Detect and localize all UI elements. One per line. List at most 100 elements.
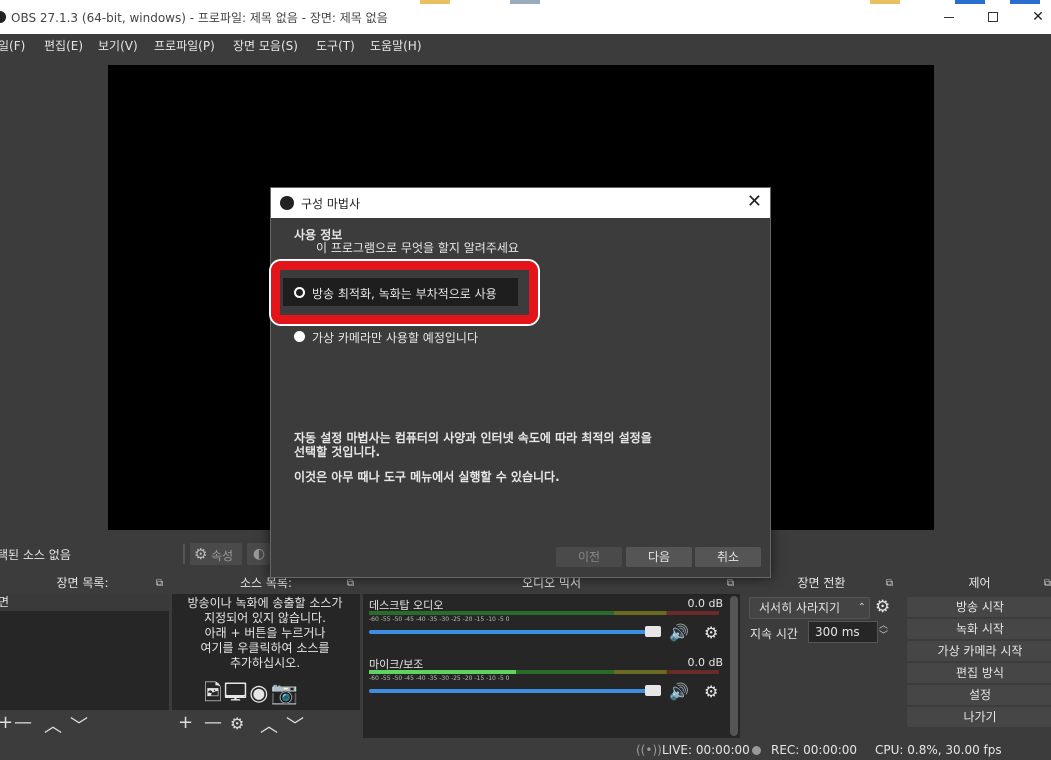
filters-button[interactable]: ◐ [247,543,271,565]
menu-view[interactable]: 보기(V) [98,37,138,54]
gear-icon[interactable]: ⚙ [230,714,244,733]
no-source-selected-label: 택된 소스 없음 [0,548,71,562]
window-title: OBS 27.1.3 (64-bit, windows) - 프로파일: 제목 … [11,11,388,25]
sources-list[interactable]: 방송이나 녹화에 송출할 소스가 지정되어 있지 않습니다. 아래 + 버튼을 … [172,594,360,710]
cancel-button[interactable]: 취소 [695,547,761,567]
scenes-dock-title: 장면 목록: [56,576,109,590]
menu-edit[interactable]: 편집(E) [44,37,83,54]
camera-icon: 📷 [270,681,300,706]
start-streaming-button[interactable]: 방송 시작 [907,597,1051,617]
transition-selected: 서서히 사라지기 [759,601,841,615]
undock-icon[interactable]: ⧉ [1044,573,1051,594]
description-line: 자동 설정 마법사는 컴퓨터의 사양과 인터넷 속도에 따라 최적의 설정을 [294,431,652,445]
maximize-button[interactable] [970,3,1016,31]
speaker-icon[interactable]: 🔊 [669,623,689,642]
menu-file[interactable]: 일(F) [0,37,25,54]
image-icon: 🖻 [204,681,224,706]
slider-handle[interactable] [645,626,661,637]
duration-input[interactable]: 300 ms [808,621,878,643]
controls-dock: 제어 ⧉ 방송 시작 녹화 시작 가상 카메라 시작 편집 방식 설정 나가기 [902,573,1051,738]
menu-tools[interactable]: 도구(T) [316,37,355,54]
option-stream-label[interactable]: 방송 최적화, 녹화는 부차적으로 사용 [312,285,497,302]
auto-config-wizard-dialog: 구성 마법사 ✕ 사용 정보 이 프로그램으로 무엇을 할지 알려주세요 방송 … [270,187,771,578]
settings-button[interactable]: 설정 [907,685,1051,705]
dialog-title-bar: 구성 마법사 ✕ [271,188,770,218]
properties-button[interactable]: ⚙ 속성 [190,543,242,565]
move-up-icon[interactable]: ︿ [260,712,278,738]
source-type-icons: 🖻🖵◉📷 [204,676,300,714]
filter-icon: ◐ [252,546,266,562]
obs-logo-icon [280,196,294,210]
message-line: 추가하십시오. [229,656,301,670]
meter-ticks: -60 -55 -50 -45 -40 -35 -30 -25 -20 -15 … [369,675,510,682]
mixer-channel-desktop: 데스크탑 오디오 0.0 dB -60 -55 -50 -45 -40 -35 … [367,597,723,655]
gear-icon[interactable]: ⚙ [875,597,890,617]
globe-icon: ◉ [249,681,271,706]
move-down-icon[interactable]: ﹀ [70,712,88,738]
gear-icon[interactable]: ⚙ [704,623,718,642]
transitions-dock: 장면 전환 ⧉ 서서히 사라지기 ⌃⌄ ⚙ 지속 시간 300 ms ︿﹀ [744,573,899,738]
move-down-icon[interactable]: ﹀ [286,712,304,738]
volume-meter [369,611,719,615]
empty-sources-message: 방송이나 녹화에 송출할 소스가 지정되어 있지 않습니다. 아래 + 버튼을 … [176,596,354,671]
scenes-dock: 장면 목록: ⧉ 면 + — ︿ ﹀ [0,573,169,738]
remove-scene-icon[interactable]: — [14,712,32,733]
menu-scene-collection[interactable]: 장면 모음(S) [233,37,298,54]
description-line: 선택할 것입니다. [294,445,381,459]
radio-virtual-camera[interactable] [294,331,305,342]
status-bar: ((•)) LIVE: 00:00:00 REC: 00:00:00 CPU: … [0,740,1051,760]
menu-help[interactable]: 도움말(H) [370,37,422,54]
slider-handle[interactable] [645,685,661,696]
sources-dock: 소스 목록: ⧉ 방송이나 녹화에 송출할 소스가 지정되어 있지 않습니다. … [172,573,360,738]
wizard-note: 이것은 아무 때나 도구 메뉴에서 실행할 수 있습니다. [294,470,560,484]
obs-logo-icon [0,11,6,23]
channel-db: 0.0 dB [687,597,723,610]
option-vcam-label[interactable]: 가상 카메라만 사용할 예정입니다 [312,329,478,346]
message-line: 방송이나 녹화에 송출할 소스가 [187,596,343,610]
wizard-description: 자동 설정 마법사는 컴퓨터의 사양과 인터넷 속도에 따라 최적의 설정을 선… [294,431,652,459]
previous-button[interactable]: 이전 [556,547,622,567]
minimize-button[interactable] [925,3,971,31]
mixer-channel-mic: 마이크/보조 0.0 dB -60 -55 -50 -45 -40 -35 -3… [367,656,723,714]
exit-button[interactable]: 나가기 [907,707,1051,727]
taskbar-strip [420,0,450,4]
rec-timer: REC: 00:00:00 [771,743,858,757]
properties-label: 속성 [211,549,234,563]
scene-item[interactable]: 면 [0,594,169,611]
controls-body: 방송 시작 녹화 시작 가상 카메라 시작 편집 방식 설정 나가기 [902,594,1051,738]
message-line: 지정되어 있지 않습니다. [204,611,326,625]
undock-icon[interactable]: ⧉ [156,573,163,594]
add-source-icon[interactable]: + [178,712,193,733]
studio-mode-button[interactable]: 편집 방식 [907,663,1051,683]
live-timer: LIVE: 00:00:00 [662,743,750,757]
scenes-toolbar: + — ︿ ﹀ [0,710,169,738]
add-scene-icon[interactable]: + [0,712,13,733]
start-recording-button[interactable]: 녹화 시작 [907,619,1051,639]
remove-source-icon[interactable]: — [204,712,222,733]
audio-mixer-dock: 오디오 믹서 ⧉ 데스크탑 오디오 0.0 dB -60 -55 -50 -45… [363,573,740,738]
mixer-scrollbar[interactable] [730,596,738,736]
move-up-icon[interactable]: ︿ [44,712,62,738]
gear-icon[interactable]: ⚙ [704,682,718,701]
speaker-icon[interactable]: 🔊 [669,682,689,701]
undock-icon[interactable]: ⧉ [886,573,893,594]
message-line: 여기를 우클릭하여 소스를 [200,641,330,655]
volume-slider[interactable] [369,626,661,637]
scenes-dock-header: 장면 목록: ⧉ [0,573,169,594]
next-button[interactable]: 다음 [626,547,692,567]
toolbar-separator [183,544,185,564]
usage-subheading: 이 프로그램으로 무엇을 할지 알려주세요 [316,241,519,255]
taskbar-strip [510,0,540,4]
close-icon: ✕ [1032,9,1044,25]
duration-label: 지속 시간 [750,627,798,641]
volume-slider[interactable] [369,685,661,696]
close-button[interactable]: ✕ [1015,3,1051,31]
transitions-body: 서서히 사라지기 ⌃⌄ ⚙ 지속 시간 300 ms ︿﹀ [744,594,899,738]
transition-select[interactable]: 서서히 사라지기 ⌃⌄ [749,597,870,633]
start-virtual-camera-button[interactable]: 가상 카메라 시작 [907,641,1051,661]
close-icon[interactable]: ✕ [747,191,762,212]
menu-profile[interactable]: 프로파일(P) [154,37,215,54]
duration-spinner[interactable]: ︿ ﹀ [879,621,888,641]
radio-stream[interactable] [294,287,305,298]
sources-dock-title: 소스 목록: [239,576,293,590]
